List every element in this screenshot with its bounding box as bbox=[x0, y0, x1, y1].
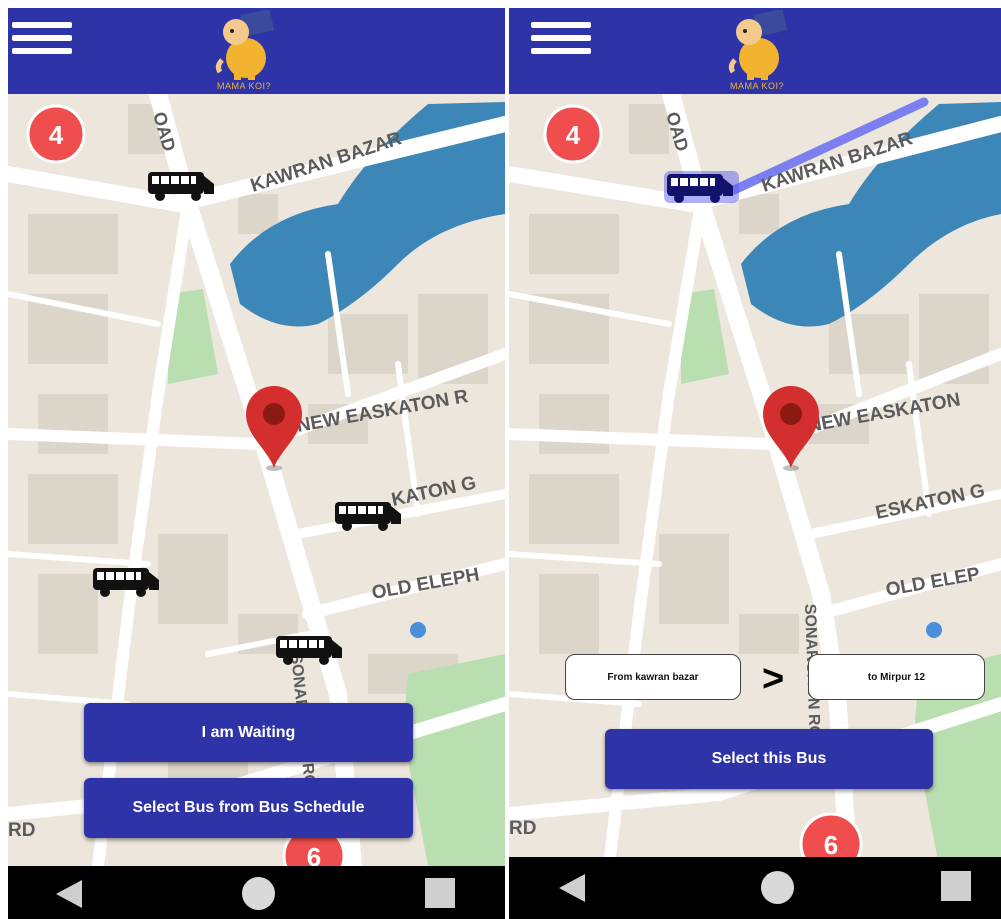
mama-character-icon bbox=[215, 8, 275, 80]
home-circle-icon[interactable] bbox=[761, 871, 794, 904]
svg-text:4: 4 bbox=[566, 120, 581, 150]
route-from-field[interactable]: From kawran bazar bbox=[565, 654, 741, 700]
logo-text: MAMA KOI? bbox=[729, 81, 784, 91]
recent-square-icon[interactable] bbox=[425, 878, 455, 908]
select-bus-schedule-button[interactable]: Select Bus from Bus Schedule bbox=[84, 778, 413, 838]
mama-character-icon bbox=[728, 8, 788, 80]
left-phone-screen: MAMA KOI? KAWRAN BAZAR OAD NEW EASKATON … bbox=[8, 8, 505, 919]
back-triangle-icon[interactable] bbox=[559, 874, 585, 902]
i-am-waiting-button[interactable]: I am Waiting bbox=[84, 703, 413, 762]
app-header: MAMA KOI? bbox=[8, 8, 505, 94]
right-phone-screen: MAMA KOI? KAWRAN BAZAR OAD NEW EASKATON … bbox=[509, 8, 1001, 919]
back-triangle-icon[interactable] bbox=[56, 880, 82, 908]
app-logo: MAMA KOI? bbox=[208, 8, 280, 91]
map-badge-4: 4 bbox=[26, 104, 86, 164]
home-circle-icon[interactable] bbox=[242, 877, 275, 910]
android-nav-bar bbox=[8, 866, 505, 919]
map-badge-4: 4 bbox=[543, 104, 603, 164]
select-this-bus-button[interactable]: Select this Bus bbox=[605, 729, 933, 789]
route-to-field[interactable]: to Mirpur 12 bbox=[808, 654, 985, 700]
hamburger-icon[interactable] bbox=[12, 18, 72, 66]
selected-bus-icon[interactable] bbox=[664, 171, 739, 203]
app-logo: MAMA KOI? bbox=[721, 8, 793, 91]
svg-text:4: 4 bbox=[49, 120, 64, 150]
street-label-rd: RD bbox=[8, 820, 35, 841]
recent-square-icon[interactable] bbox=[941, 871, 971, 901]
logo-text: MAMA KOI? bbox=[216, 81, 271, 91]
pond bbox=[410, 622, 426, 638]
pond bbox=[926, 622, 942, 638]
hamburger-icon[interactable] bbox=[531, 18, 591, 66]
svg-text:6: 6 bbox=[307, 842, 321, 866]
route-arrow: > bbox=[762, 658, 785, 700]
svg-text:6: 6 bbox=[824, 830, 838, 860]
android-nav-bar bbox=[509, 857, 1001, 919]
app-header: MAMA KOI? bbox=[509, 8, 1001, 94]
street-label-rd: RD bbox=[509, 818, 536, 839]
